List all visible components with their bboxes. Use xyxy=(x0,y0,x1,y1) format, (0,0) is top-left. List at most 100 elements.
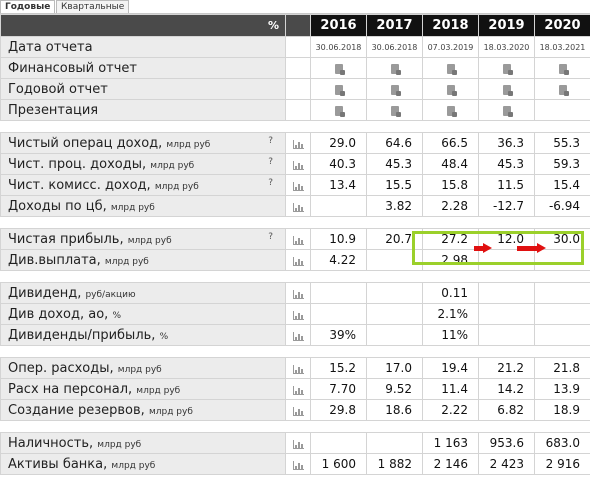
metric-name: Доходы по цб xyxy=(8,198,103,214)
row-label: Чист. комисс. доход, млрд руб? xyxy=(0,174,286,196)
metric-unit: руб/акцию xyxy=(85,289,136,300)
value-cell[interactable] xyxy=(310,99,367,121)
chart-cell[interactable] xyxy=(285,357,311,379)
document-icon[interactable] xyxy=(502,105,513,117)
year-header[interactable]: 2018 xyxy=(422,14,479,37)
metric-unit: млрд руб xyxy=(117,364,162,375)
chart-cell[interactable] xyxy=(285,174,311,196)
year-header[interactable]: 2016 xyxy=(310,14,367,37)
metric-unit: млрд руб xyxy=(166,139,211,150)
document-icon[interactable] xyxy=(558,84,569,96)
chart-cell[interactable] xyxy=(285,195,311,217)
value-cell: 55.3 xyxy=(534,132,590,154)
chart-cell[interactable] xyxy=(285,249,311,271)
value-cell[interactable] xyxy=(310,78,367,100)
tab-quarterly[interactable]: Квартальные xyxy=(56,0,130,14)
tab-annual[interactable]: Годовые xyxy=(0,0,56,14)
value-cell: 4.22 xyxy=(310,249,367,271)
value-cell xyxy=(366,324,423,346)
bar-chart-icon xyxy=(292,289,304,299)
value-cell: 64.6 xyxy=(366,132,423,154)
table-row: Годовой отчет xyxy=(0,78,590,100)
document-icon[interactable] xyxy=(502,84,513,96)
value-cell: 3.82 xyxy=(366,195,423,217)
value-cell xyxy=(534,303,590,325)
value-cell: 15.2 xyxy=(310,357,367,379)
value-cell[interactable] xyxy=(478,99,535,121)
document-icon[interactable] xyxy=(390,63,401,75)
help-icon[interactable]: ? xyxy=(268,157,273,167)
value-cell[interactable] xyxy=(422,99,479,121)
value-cell[interactable] xyxy=(478,78,535,100)
value-cell[interactable] xyxy=(310,57,367,79)
year-header[interactable]: 2019 xyxy=(478,14,535,37)
row-label: Наличность, млрд руб xyxy=(0,432,286,454)
value-cell: 30.06.2018 xyxy=(366,36,423,58)
value-cell: 11.4 xyxy=(422,378,479,400)
value-cell[interactable] xyxy=(534,57,590,79)
metric-name: Чист. комисс. доход xyxy=(8,177,147,193)
value-cell[interactable] xyxy=(422,57,479,79)
row-label: Финансовый отчет xyxy=(0,57,286,79)
chart-cell[interactable] xyxy=(285,399,311,421)
value-cell: 07.03.2019 xyxy=(422,36,479,58)
metric-unit: млрд руб xyxy=(110,202,155,213)
year-header[interactable]: 2017 xyxy=(366,14,423,37)
value-cell: 9.52 xyxy=(366,378,423,400)
period-tabs: Годовые Квартальные xyxy=(0,0,590,14)
value-cell[interactable] xyxy=(422,78,479,100)
value-cell[interactable] xyxy=(534,78,590,100)
value-cell: -6.94 xyxy=(534,195,590,217)
value-cell: 15.5 xyxy=(366,174,423,196)
metric-name: Чистый операц доход xyxy=(8,135,159,151)
chart-cell[interactable] xyxy=(285,228,311,250)
table-row: Див доход, ао, % 2.1% xyxy=(0,303,590,325)
value-cell[interactable] xyxy=(366,57,423,79)
value-cell[interactable] xyxy=(478,57,535,79)
chart-cell[interactable] xyxy=(285,132,311,154)
metric-name: Создание резервов xyxy=(8,402,141,418)
value-cell[interactable] xyxy=(366,78,423,100)
value-cell: 2.98 xyxy=(422,249,479,271)
document-icon[interactable] xyxy=(446,84,457,96)
document-icon[interactable] xyxy=(502,63,513,75)
document-icon[interactable] xyxy=(390,105,401,117)
metric-name: Активы банка xyxy=(8,456,104,472)
table-row: Чист. комисс. доход, млрд руб? 13.4 15.5 15… xyxy=(0,174,590,196)
value-cell: 39% xyxy=(310,324,367,346)
document-icon[interactable] xyxy=(446,105,457,117)
year-header[interactable]: 2020 xyxy=(534,14,590,37)
document-icon[interactable] xyxy=(446,63,457,75)
chart-cell[interactable] xyxy=(285,153,311,175)
value-cell xyxy=(310,432,367,454)
metric-name: Див.выплата xyxy=(8,252,97,268)
chart-cell[interactable] xyxy=(285,282,311,304)
value-cell xyxy=(366,303,423,325)
metric-name: Чист. проц. доходы xyxy=(8,156,143,172)
document-icon[interactable] xyxy=(334,63,345,75)
red-arrow-icon xyxy=(474,243,492,254)
document-icon[interactable] xyxy=(334,84,345,96)
value-cell: 18.9 xyxy=(534,399,590,421)
chart-cell[interactable] xyxy=(285,453,311,475)
metric-name: Наличность xyxy=(8,435,90,451)
value-cell: 1 882 xyxy=(366,453,423,475)
value-cell: 21.2 xyxy=(478,357,535,379)
table-row: Активы банка, млрд руб 1 600 1 882 2 146 2 4… xyxy=(0,453,590,475)
chart-cell[interactable] xyxy=(285,432,311,454)
value-cell xyxy=(534,324,590,346)
help-icon[interactable]: ? xyxy=(268,232,273,242)
value-cell[interactable] xyxy=(366,99,423,121)
chart-cell[interactable] xyxy=(285,324,311,346)
document-icon[interactable] xyxy=(558,63,569,75)
row-label: Див.выплата, млрд руб xyxy=(0,249,286,271)
chart-cell[interactable] xyxy=(285,303,311,325)
chart-cell[interactable] xyxy=(285,378,311,400)
spacer-row xyxy=(0,270,590,283)
document-icon[interactable] xyxy=(390,84,401,96)
help-icon[interactable]: ? xyxy=(268,178,273,188)
table-row: Финансовый отчет xyxy=(0,57,590,79)
help-icon[interactable]: ? xyxy=(268,136,273,146)
metric-unit: млрд руб xyxy=(136,385,181,396)
document-icon[interactable] xyxy=(334,105,345,117)
